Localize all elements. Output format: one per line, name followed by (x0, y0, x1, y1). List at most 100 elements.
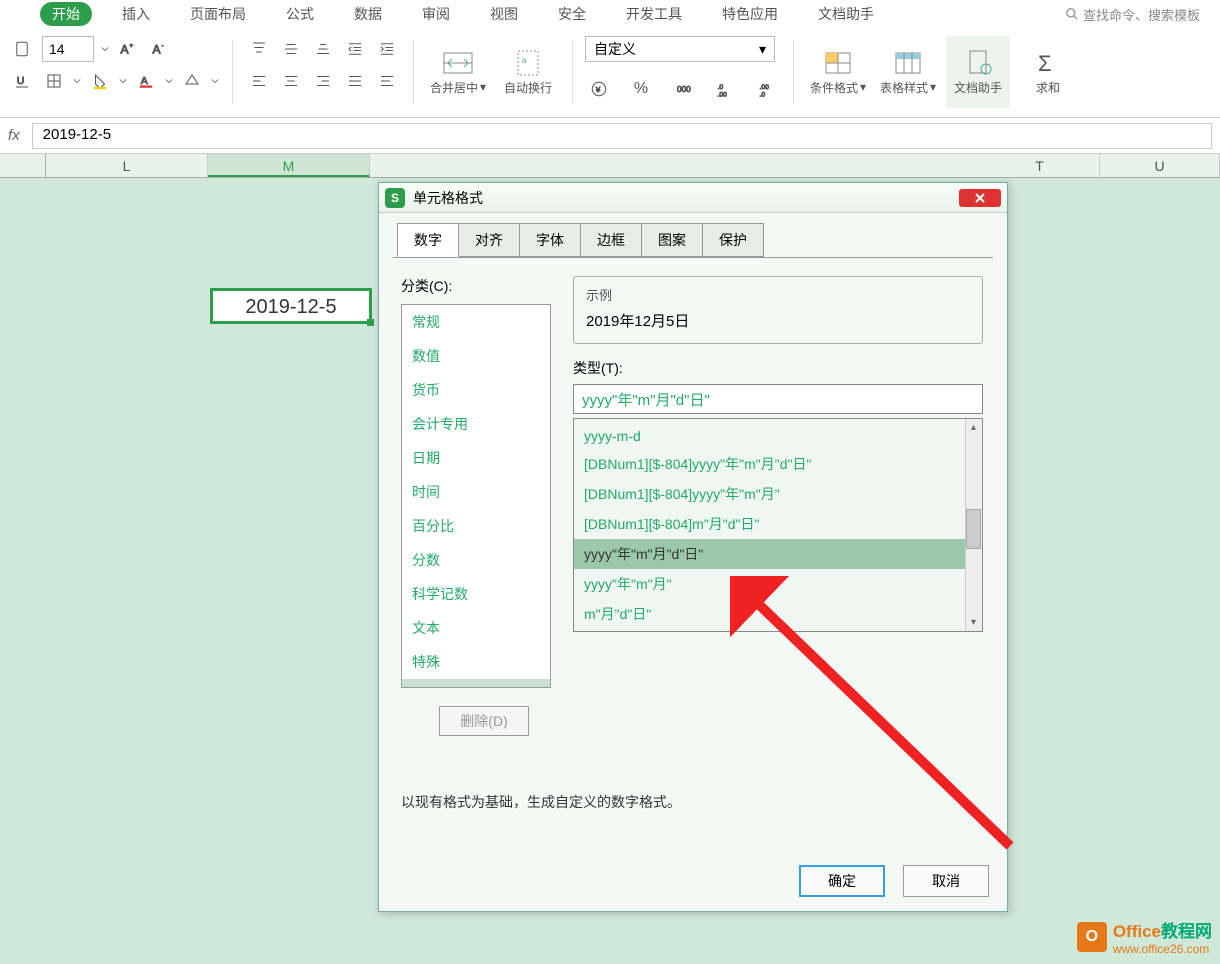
currency-icon[interactable]: ¥ (585, 76, 613, 102)
select-all-corner[interactable] (0, 154, 46, 177)
align-top-icon[interactable] (245, 36, 273, 62)
decrease-font-icon[interactable]: A- (146, 36, 174, 62)
paste-dropdown[interactable] (8, 36, 36, 62)
col-header-U[interactable]: U (1100, 154, 1220, 177)
dlg-tab-number[interactable]: 数字 (397, 223, 459, 257)
font-color-icon[interactable]: A (132, 68, 160, 94)
tab-start[interactable]: 开始 (40, 2, 92, 26)
highlight-dropdown-icon[interactable] (210, 68, 220, 94)
scrollbar[interactable]: ▴ ▾ (965, 419, 982, 631)
indent-left-icon[interactable] (341, 36, 369, 62)
tab-doc-helper[interactable]: 文档助手 (808, 2, 884, 26)
dlg-tab-pattern[interactable]: 图案 (641, 223, 703, 257)
scroll-down-icon[interactable]: ▾ (965, 614, 982, 631)
watermark-brand: Office教程网 (1113, 917, 1212, 942)
tab-review[interactable]: 审阅 (412, 2, 460, 26)
font-size-select[interactable]: 14 (42, 36, 94, 62)
formula-input[interactable]: 2019-12-5 (32, 123, 1212, 149)
highlight-icon[interactable] (178, 68, 206, 94)
type-item[interactable]: m"月"d"日" (574, 599, 982, 629)
increase-decimal-icon[interactable]: .0.00 (711, 76, 739, 102)
cat-special[interactable]: 特殊 (402, 645, 550, 679)
comma-icon[interactable]: 000 (669, 76, 697, 102)
cancel-button[interactable]: 取消 (903, 865, 989, 897)
svg-text:.00: .00 (718, 92, 728, 99)
decrease-decimal-icon[interactable]: .00.0 (753, 76, 781, 102)
tab-formula[interactable]: 公式 (276, 2, 324, 26)
column-headers: L M T U (0, 154, 1220, 178)
fx-label[interactable]: fx (8, 127, 20, 144)
col-header-L[interactable]: L (46, 154, 208, 177)
type-item[interactable]: yyyy-m-d (574, 423, 982, 449)
dialog-titlebar[interactable]: S 单元格格式 (379, 183, 1007, 213)
wrap-text-button[interactable]: a 自动换行 (496, 36, 560, 108)
indent-right-icon[interactable] (373, 36, 401, 62)
tab-dev[interactable]: 开发工具 (616, 2, 692, 26)
cat-fraction[interactable]: 分数 (402, 543, 550, 577)
dlg-tab-protect[interactable]: 保护 (702, 223, 764, 257)
sum-button[interactable]: Σ 求和 (1016, 36, 1080, 108)
cat-scientific[interactable]: 科学记数 (402, 577, 550, 611)
type-item[interactable]: yyyy"年"m"月" (574, 569, 982, 599)
align-bottom-icon[interactable] (309, 36, 337, 62)
cat-accounting[interactable]: 会计专用 (402, 407, 550, 441)
percent-icon[interactable]: % (627, 76, 655, 102)
orientation-icon[interactable] (373, 68, 401, 94)
align-left-icon[interactable] (245, 68, 273, 94)
category-list[interactable]: 常规 数值 货币 会计专用 日期 时间 百分比 分数 科学记数 文本 特殊 自定… (401, 304, 551, 688)
cat-general[interactable]: 常规 (402, 305, 550, 339)
fill-color-icon[interactable] (86, 68, 114, 94)
close-button[interactable] (959, 189, 1001, 207)
tab-view[interactable]: 视图 (480, 2, 528, 26)
cat-currency[interactable]: 货币 (402, 373, 550, 407)
border-dropdown-icon[interactable] (72, 68, 82, 94)
cat-custom[interactable]: 自定义 (402, 679, 550, 688)
dlg-tab-border[interactable]: 边框 (580, 223, 642, 257)
font-color-dropdown-icon[interactable] (164, 68, 174, 94)
cat-number[interactable]: 数值 (402, 339, 550, 373)
type-item[interactable]: [DBNum1][$-804]m"月"d"日" (574, 509, 982, 539)
tab-data[interactable]: 数据 (344, 2, 392, 26)
cat-percent[interactable]: 百分比 (402, 509, 550, 543)
scroll-up-icon[interactable]: ▴ (965, 419, 982, 436)
merge-center-button[interactable]: 合并居中 ▾ (426, 36, 490, 108)
command-search[interactable]: 查找命令、搜索模板 (1065, 5, 1220, 24)
align-middle-icon[interactable] (277, 36, 305, 62)
active-cell[interactable]: 2019-12-5 (210, 288, 372, 324)
tab-page-layout[interactable]: 页面布局 (180, 2, 256, 26)
table-style-button[interactable]: 表格样式 ▾ (876, 36, 940, 108)
help-text: 以现有格式为基础，生成自定义的数字格式。 (401, 792, 985, 812)
doc-helper-button[interactable]: 文档助手 (946, 36, 1010, 108)
type-item-selected[interactable]: yyyy"年"m"月"d"日" (574, 539, 982, 569)
tab-security[interactable]: 安全 (548, 2, 596, 26)
type-item[interactable]: [DBNum1][$-804]yyyy"年"m"月"d"日" (574, 449, 982, 479)
underline-icon[interactable]: U (8, 68, 36, 94)
delete-button[interactable]: 删除(D) (439, 706, 529, 736)
col-header-M[interactable]: M (208, 154, 370, 177)
tab-special[interactable]: 特色应用 (712, 2, 788, 26)
type-item[interactable]: [DBNum1][$-804]yyyy"年"m"月" (574, 479, 982, 509)
cat-text[interactable]: 文本 (402, 611, 550, 645)
fill-dropdown-icon[interactable] (118, 68, 128, 94)
increase-font-icon[interactable]: A+ (114, 36, 142, 62)
col-header-T[interactable]: T (980, 154, 1100, 177)
font-size-dropdown-icon[interactable] (100, 36, 110, 62)
cat-time[interactable]: 时间 (402, 475, 550, 509)
type-input[interactable] (573, 384, 983, 414)
dlg-tab-align[interactable]: 对齐 (458, 223, 520, 257)
border-icon[interactable] (40, 68, 68, 94)
align-center-icon[interactable] (277, 68, 305, 94)
svg-text:.0: .0 (760, 92, 766, 99)
sum-icon: Σ (1032, 49, 1064, 77)
number-format-select[interactable]: 自定义▾ (585, 36, 775, 62)
conditional-format-button[interactable]: 条件格式 ▾ (806, 36, 870, 108)
justify-icon[interactable] (341, 68, 369, 94)
cell-format-dialog: S 单元格格式 数字 对齐 字体 边框 图案 保护 分类(C): 常规 数值 货… (378, 182, 1008, 912)
scroll-thumb[interactable] (966, 509, 981, 549)
dlg-tab-font[interactable]: 字体 (519, 223, 581, 257)
align-right-icon[interactable] (309, 68, 337, 94)
ok-button[interactable]: 确定 (799, 865, 885, 897)
tab-insert[interactable]: 插入 (112, 2, 160, 26)
cat-date[interactable]: 日期 (402, 441, 550, 475)
type-list[interactable]: yyyy-m-d [DBNum1][$-804]yyyy"年"m"月"d"日" … (573, 418, 983, 632)
